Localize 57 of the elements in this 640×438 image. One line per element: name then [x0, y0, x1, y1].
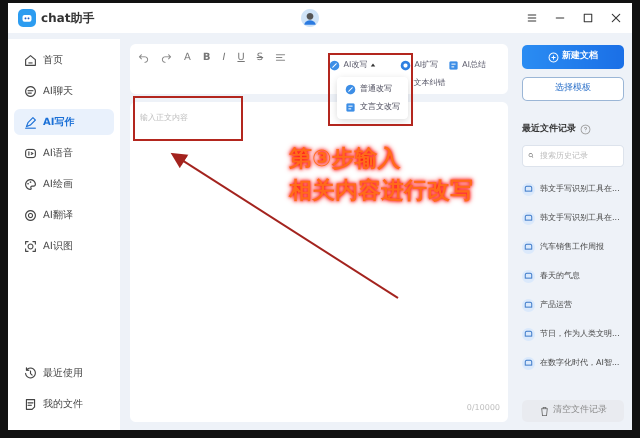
section-title: 最近文件记录 — [522, 123, 576, 136]
record-item[interactable]: 产品运营 — [522, 290, 624, 320]
toolbar-button[interactable]: 文本纠错 — [413, 77, 446, 89]
close-icon[interactable] — [610, 12, 622, 24]
format-button[interactable]: I — [222, 52, 226, 64]
sidebar-item[interactable]: 我的文件 — [14, 391, 114, 417]
character-counter: 0/10000 — [466, 402, 500, 414]
trash-icon — [539, 406, 550, 416]
menu-icon[interactable] — [526, 12, 538, 24]
format-button[interactable]: U — [237, 52, 245, 64]
sidebar-item[interactable]: 首页 — [14, 47, 114, 73]
record-item[interactable]: 汽车销售工作周报 — [522, 232, 624, 262]
book-icon — [345, 102, 356, 112]
record-item[interactable]: 春天的气息 — [522, 262, 624, 290]
redo-icon[interactable] — [161, 52, 172, 63]
record-item[interactable]: 韩文手写识别工具在... — [522, 204, 624, 232]
file-icon — [24, 398, 37, 410]
sidebar-item[interactable]: AI聊天 — [14, 78, 114, 104]
scan-icon — [24, 240, 37, 252]
format-button[interactable]: A — [184, 52, 191, 64]
document-icon — [448, 60, 460, 70]
target-icon — [24, 208, 37, 222]
maximize-icon[interactable] — [582, 12, 594, 24]
sidebar-item[interactable]: AI翻译 — [14, 202, 114, 228]
sidebar-item[interactable]: AI写作 — [14, 109, 114, 135]
sidebar-item[interactable]: 最近使用 — [14, 360, 114, 386]
annotation-text: 相关内容进行改写 — [289, 177, 473, 206]
toolbar-button[interactable]: AI扩写 — [400, 59, 438, 71]
toolbar-button[interactable]: AI总结 — [448, 59, 486, 71]
voice-icon — [24, 146, 37, 160]
toolbar-button[interactable]: AI改写 — [329, 59, 376, 71]
new-document-button[interactable]: 新建文档 — [522, 45, 624, 69]
format-button[interactable]: B — [202, 52, 210, 64]
pen-icon — [24, 116, 37, 128]
menu-item[interactable]: 普通改写 — [341, 80, 396, 98]
search-box[interactable]: 搜索历史记录 — [522, 144, 624, 166]
help-icon[interactable] — [580, 124, 591, 136]
plus-circle-icon — [548, 52, 559, 62]
home-icon — [24, 54, 37, 66]
palette-icon — [24, 178, 37, 190]
pen-icon — [329, 60, 340, 70]
avatar-icon[interactable] — [301, 9, 320, 27]
sidebar-item[interactable]: AI识图 — [14, 233, 114, 259]
sidebar-item[interactable]: AI语音 — [14, 140, 114, 166]
history-icon — [24, 366, 37, 380]
pen-icon — [345, 84, 356, 94]
align-icon[interactable] — [275, 52, 286, 63]
sidebar-item[interactable]: AI绘画 — [14, 171, 114, 197]
template-button[interactable]: 选择模板 — [522, 77, 624, 101]
record-item[interactable]: 节日，作为人类文明... — [522, 320, 624, 348]
annotation-text: 第③步输入 — [289, 145, 402, 174]
record-item[interactable]: 韩文手写识别工具在... — [522, 174, 624, 204]
format-button[interactable]: S — [256, 52, 264, 64]
undo-icon[interactable] — [138, 52, 149, 63]
record-item[interactable]: 在数字化时代，AI智... — [522, 348, 624, 378]
window-title: chat助手 — [41, 10, 94, 27]
app-logo-icon — [18, 9, 36, 27]
